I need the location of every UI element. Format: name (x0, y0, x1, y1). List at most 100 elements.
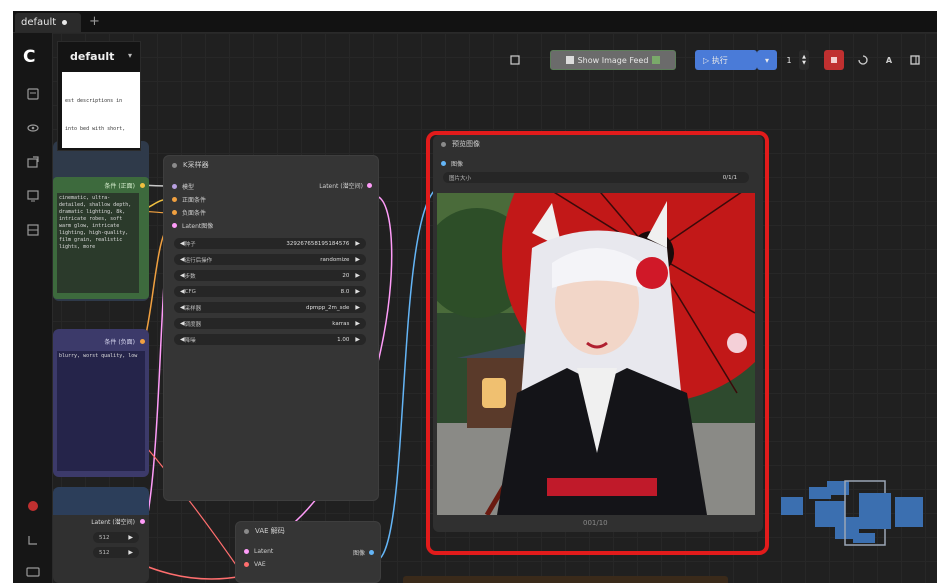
vae-input-latent[interactable]: Latent (244, 548, 273, 555)
feed-toggle-icon (652, 56, 661, 64)
increase-icon[interactable]: ▶ (355, 336, 360, 343)
show-image-feed-button[interactable]: Show Image Feed (550, 50, 676, 70)
vae-vae-port[interactable] (244, 562, 249, 567)
input-model[interactable]: 模型 (172, 182, 194, 191)
text-icon: A (885, 55, 893, 65)
increase-icon[interactable]: ▶ (355, 288, 360, 295)
positive-node-body: 条件 (正面) cinematic, ultra-detailed, shall… (53, 177, 149, 299)
positive-port[interactable] (172, 197, 177, 202)
batch-count-input[interactable]: 1 (781, 50, 797, 70)
sampler-widget[interactable]: ◀ 采样器 dpmpp_2m_sde ▶ (174, 302, 366, 313)
run-button[interactable]: ▷ 执行 (695, 50, 757, 70)
increase-icon[interactable]: ▶ (355, 272, 360, 279)
positive-output-label: 条件 (正面) (104, 183, 135, 190)
negative-port[interactable] (172, 210, 177, 215)
vae-decode-title: VAE 解码 (255, 527, 285, 535)
minimap[interactable] (775, 467, 937, 573)
steps-widget[interactable]: ◀ 步数 20 ▶ (174, 270, 366, 281)
negative-output-port[interactable] (140, 339, 145, 344)
node-library-icon[interactable] (26, 189, 40, 203)
font-button[interactable]: A (879, 50, 899, 70)
queue-icon[interactable] (26, 87, 40, 101)
tab-default[interactable]: default (15, 13, 81, 32)
batch-count-value: 1 (786, 55, 792, 65)
stepper-down-icon[interactable]: ▼ (802, 60, 806, 66)
vae-image-out-port[interactable] (369, 550, 374, 555)
widget-label: 调度器 (184, 321, 202, 328)
negative-prompt-node[interactable]: 条件 (负面) blurry, worst quality, low (53, 329, 149, 477)
panel-icon (910, 55, 920, 65)
scheduler-widget[interactable]: ◀ 调度器 karras ▶ (174, 318, 366, 329)
export-icon[interactable] (26, 155, 40, 169)
input-latent[interactable]: Latent图像 (172, 221, 213, 230)
node-collapse-dot-icon[interactable] (244, 528, 249, 534)
width-widget[interactable]: 512 ▶ (93, 532, 139, 543)
show-image-feed-label: Show Image Feed (577, 55, 649, 65)
latent-in-port[interactable] (172, 223, 177, 228)
widget-label: CFG (184, 288, 196, 295)
vae-latent-port[interactable] (244, 549, 249, 554)
add-tab-button[interactable]: + (89, 14, 100, 29)
logs-icon[interactable] (26, 533, 40, 547)
vae-input-vae-label: VAE (254, 561, 266, 568)
positive-prompt-node[interactable]: 条件 (正面) cinematic, ultra-detailed, shall… (53, 141, 149, 301)
negative-prompt-text[interactable]: blurry, worst quality, low (57, 351, 145, 471)
model-library-icon[interactable] (26, 223, 40, 237)
model-port[interactable] (172, 184, 177, 189)
widget-value: randomize (320, 256, 350, 263)
width-increase-icon[interactable]: ▶ (128, 534, 133, 541)
empty-latent-node[interactable]: Latent (潜空间) 512 ▶ 512 ▶ (53, 487, 149, 583)
increase-icon[interactable]: ▶ (355, 256, 360, 263)
seed-widget[interactable]: ◀ 种子 329267658195184576 ▶ (174, 238, 366, 249)
keyboard-icon[interactable] (26, 565, 40, 579)
app-window: default + 条件 (正面) cinematic, ultra-detai… (13, 11, 937, 583)
workflow-preview-line: est descriptions in (65, 98, 123, 104)
latent-output-port[interactable] (140, 519, 145, 524)
negative-output-label: 条件 (负面) (104, 339, 135, 346)
output-latent-label: Latent (潜空间) (319, 183, 363, 190)
widget-value: dpmpp_2m_sde (305, 304, 350, 311)
tab-label: default (21, 17, 57, 28)
latent-output-label: Latent (潜空间) (91, 519, 135, 526)
bottom-panel-edge (403, 576, 728, 583)
ksampler-header[interactable]: K采样器 (164, 156, 378, 174)
positive-prompt-text[interactable]: cinematic, ultra-detailed, shallow depth… (57, 193, 139, 293)
batch-stepper[interactable]: ▲ ▼ (799, 50, 809, 70)
settings-palette-icon[interactable] (26, 499, 40, 513)
run-dropdown-button[interactable]: ▾ (757, 50, 777, 70)
vae-output-image[interactable]: 图像 (353, 548, 374, 557)
latent-out-port[interactable] (367, 183, 372, 188)
panel-toggle-button[interactable] (905, 50, 925, 70)
vae-decode-node[interactable]: VAE 解码 Latent VAE 图像 (235, 521, 381, 583)
height-widget[interactable]: 512 ▶ (93, 547, 139, 558)
increase-icon[interactable]: ▶ (355, 320, 360, 327)
workflow-preview-line: into bed with short, (65, 126, 126, 132)
ksampler-node[interactable]: K采样器 模型 正面条件 负面条件 Latent图像 Latent (潜空间) … (163, 155, 379, 501)
denoise-widget[interactable]: ◀ 降噪 1.00 ▶ (174, 334, 366, 345)
widget-value: 8.0 (340, 288, 350, 295)
workflow-panel[interactable]: default ▾ est descriptions in into bed w… (57, 41, 141, 151)
ksampler-title: K采样器 (183, 161, 209, 169)
workflow-chevron-down-icon[interactable]: ▾ (128, 51, 132, 60)
history-button[interactable] (853, 50, 873, 70)
height-increase-icon[interactable]: ▶ (128, 549, 133, 556)
node-collapse-dot-icon[interactable] (172, 162, 177, 168)
latent-node-header (53, 487, 149, 515)
input-negative[interactable]: 负面条件 (172, 208, 206, 217)
run-label: ▷ 执行 (703, 55, 728, 65)
cfg-widget[interactable]: ◀ CFG 8.0 ▶ (174, 286, 366, 297)
vae-input-vae[interactable]: VAE (244, 561, 266, 568)
input-positive[interactable]: 正面条件 (172, 195, 206, 204)
stop-button[interactable] (824, 50, 844, 70)
vae-decode-header[interactable]: VAE 解码 (236, 522, 380, 540)
widget-label: 种子 (184, 241, 196, 248)
increase-icon[interactable]: ▶ (355, 240, 360, 247)
clear-workflow-icon[interactable] (505, 50, 525, 70)
eye-icon[interactable] (26, 121, 40, 135)
input-latent-label: Latent图像 (182, 223, 214, 230)
positive-output-port[interactable] (140, 183, 145, 188)
control-after-generate-widget[interactable]: ◀ 运行后操作 randomize ▶ (174, 254, 366, 265)
output-latent[interactable]: Latent (潜空间) (319, 181, 372, 190)
increase-icon[interactable]: ▶ (355, 304, 360, 311)
workflow-title[interactable]: default (70, 50, 114, 63)
